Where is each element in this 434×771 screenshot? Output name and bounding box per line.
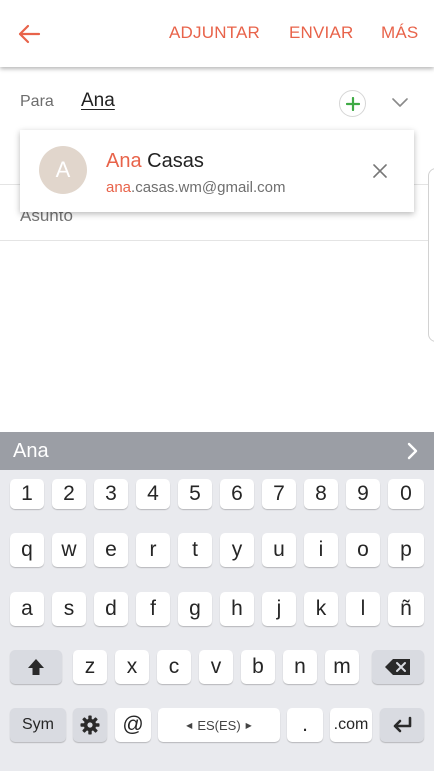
attach-button[interactable]: ADJUNTAR <box>169 23 260 43</box>
send-button[interactable]: ENVIAR <box>289 23 354 43</box>
key-g[interactable]: g <box>178 592 212 626</box>
key-n[interactable]: n <box>283 650 317 684</box>
add-recipient-button[interactable] <box>339 90 366 117</box>
back-arrow-icon <box>18 24 41 44</box>
key-6[interactable]: 6 <box>220 479 254 509</box>
recipient-input[interactable]: Ana <box>81 90 115 112</box>
close-icon <box>373 164 387 178</box>
key-j[interactable]: j <box>262 592 296 626</box>
expand-recipients-button[interactable] <box>386 92 414 114</box>
key-w[interactable]: w <box>52 533 86 567</box>
name-match: Ana <box>106 150 142 172</box>
key-b[interactable]: b <box>241 650 275 684</box>
key-s[interactable]: s <box>52 592 86 626</box>
key-a[interactable]: a <box>10 592 44 626</box>
space-key[interactable]: ◀ ES(ES) ▶ <box>158 708 280 742</box>
enter-key[interactable] <box>380 708 424 742</box>
divider <box>0 240 434 241</box>
key-7[interactable]: 7 <box>262 479 296 509</box>
avatar: A <box>39 146 87 194</box>
key-i[interactable]: i <box>304 533 338 567</box>
prediction-expand-button[interactable] <box>400 439 426 463</box>
key-l[interactable]: l <box>346 592 380 626</box>
email-rest: .casas.wm@gmail.com <box>131 179 286 196</box>
key-r[interactable]: r <box>136 533 170 567</box>
more-button[interactable]: MÁS <box>381 23 418 43</box>
key-q[interactable]: q <box>10 533 44 567</box>
language-label: ES(ES) <box>197 717 241 733</box>
shift-icon <box>28 659 44 675</box>
enter-icon <box>393 716 412 733</box>
key-k[interactable]: k <box>304 592 338 626</box>
backspace-icon <box>385 659 410 675</box>
key-u[interactable]: u <box>262 533 296 567</box>
key-e[interactable]: e <box>94 533 128 567</box>
back-button[interactable] <box>12 18 46 50</box>
keyboard-prediction-bar: Ana <box>0 432 434 470</box>
shift-key[interactable] <box>10 650 62 684</box>
prediction-word[interactable]: Ana <box>13 440 49 463</box>
settings-key[interactable] <box>73 708 107 742</box>
backspace-key[interactable] <box>372 650 424 684</box>
key-c[interactable]: c <box>157 650 191 684</box>
symbols-key[interactable]: Sym <box>10 708 66 742</box>
chevron-down-icon <box>392 98 408 107</box>
dotcom-key[interactable]: .com <box>330 708 372 742</box>
key-f[interactable]: f <box>136 592 170 626</box>
chevron-right-icon <box>407 442 418 460</box>
key-4[interactable]: 4 <box>136 479 170 509</box>
compose-toolbar: ADJUNTAR ENVIAR MÁS <box>0 0 434 67</box>
contact-suggestion[interactable]: A Ana Casas ana.casas.wm@gmail.com <box>20 130 414 212</box>
keyboard: 1 2 3 4 5 6 7 8 9 0 q w e r t y u i o p … <box>0 470 434 771</box>
plus-icon <box>345 96 360 111</box>
email-match: ana <box>106 179 132 196</box>
suggestion-name: Ana Casas <box>106 150 204 173</box>
key-t[interactable]: t <box>178 533 212 567</box>
language-left-arrow-icon: ◀ <box>186 720 193 730</box>
key-9[interactable]: 9 <box>346 479 380 509</box>
at-key[interactable]: @ <box>115 708 151 742</box>
key-1[interactable]: 1 <box>10 479 44 509</box>
to-label: Para <box>20 93 54 110</box>
key-z[interactable]: z <box>73 650 107 684</box>
name-rest: Casas <box>141 150 204 172</box>
dismiss-suggestion-button[interactable] <box>368 159 392 183</box>
key-5[interactable]: 5 <box>178 479 212 509</box>
key-enye[interactable]: ñ <box>388 592 424 626</box>
key-p[interactable]: p <box>388 533 424 567</box>
language-right-arrow-icon: ▶ <box>245 720 252 730</box>
gear-icon <box>80 715 100 735</box>
key-x[interactable]: x <box>115 650 149 684</box>
key-2[interactable]: 2 <box>52 479 86 509</box>
key-3[interactable]: 3 <box>94 479 128 509</box>
key-y[interactable]: y <box>220 533 254 567</box>
key-8[interactable]: 8 <box>304 479 338 509</box>
key-h[interactable]: h <box>220 592 254 626</box>
key-0[interactable]: 0 <box>388 479 424 509</box>
recipient-row: Para Ana <box>0 72 434 132</box>
key-m[interactable]: m <box>325 650 359 684</box>
key-o[interactable]: o <box>346 533 380 567</box>
key-d[interactable]: d <box>94 592 128 626</box>
period-key[interactable]: . <box>287 708 323 742</box>
key-v[interactable]: v <box>199 650 233 684</box>
scroll-handle[interactable] <box>428 168 434 342</box>
suggestion-email: ana.casas.wm@gmail.com <box>106 179 285 196</box>
